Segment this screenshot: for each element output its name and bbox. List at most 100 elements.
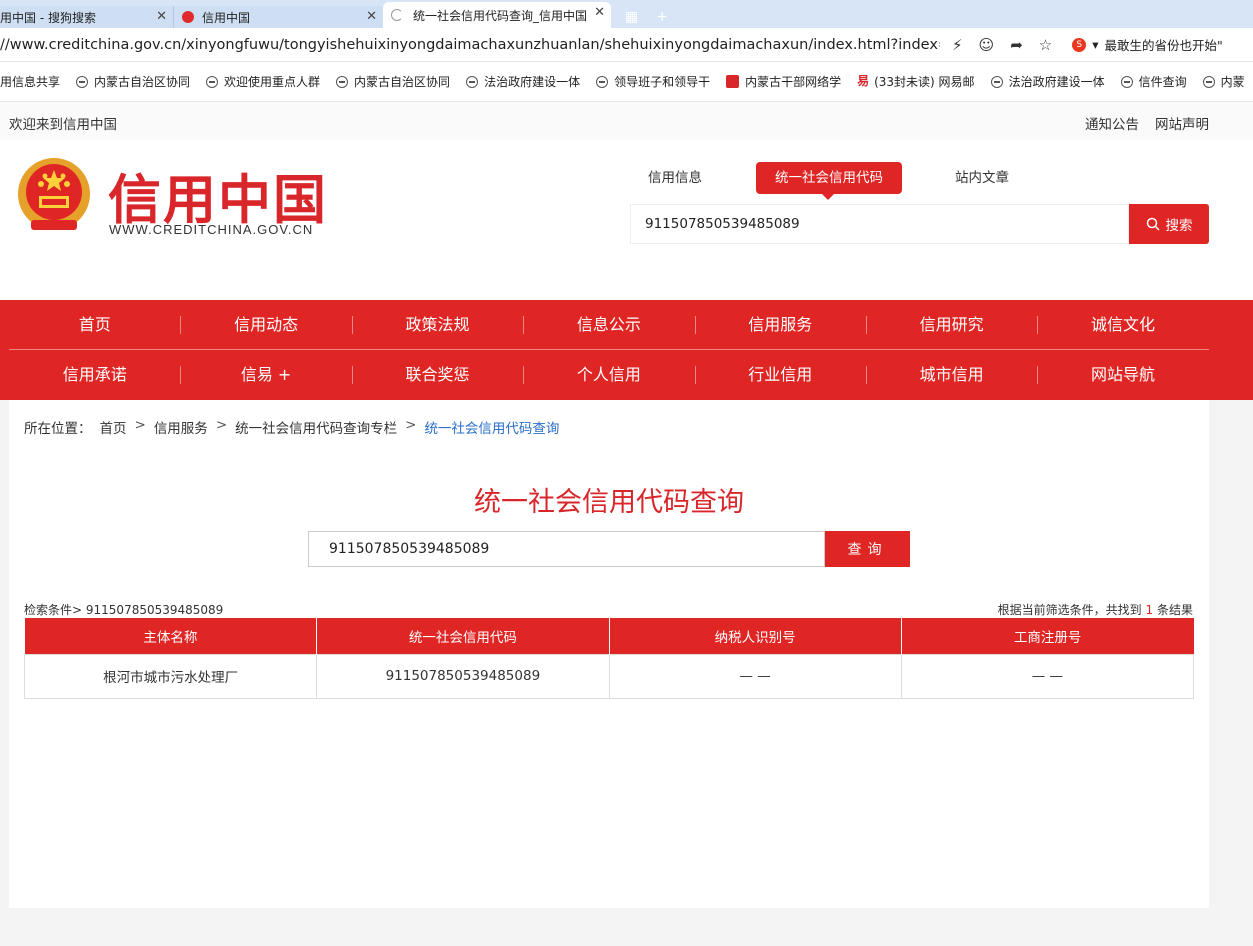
bookmark-item[interactable]: 法治政府建设一体 xyxy=(990,73,1105,90)
url-field[interactable]: //www.creditchina.gov.cn/xinyongfuwu/ton… xyxy=(0,37,940,53)
tab-title: 统一社会信用代码查询_信用中国 xyxy=(413,8,588,23)
browser-tab-active[interactable]: 统一社会信用代码查询_信用中国 ✕ xyxy=(383,2,611,28)
address-bar: //www.creditchina.gov.cn/xinyongfuwu/ton… xyxy=(0,28,1253,62)
web-page: 欢迎来到信用中国 通知公告 网站声明 信用中国 WWW.CREDITCHINA.… xyxy=(0,102,1253,946)
welcome-text: 欢迎来到信用中国 xyxy=(9,117,117,133)
bookmark-item[interactable]: 易 (33封未读) 网易邮 xyxy=(857,73,974,90)
globe-icon xyxy=(206,75,219,88)
nav-integrity-culture[interactable]: 诚信文化 xyxy=(1037,300,1208,350)
globe-icon xyxy=(336,75,349,88)
search-tabs: 信用信息 统一社会信用代码 站内文章 xyxy=(630,162,1210,200)
nav-city-credit[interactable]: 城市信用 xyxy=(865,350,1037,400)
lightning-icon[interactable]: ⚡ xyxy=(952,36,963,54)
breadcrumb-home[interactable]: 首页 xyxy=(100,417,127,437)
national-emblem-icon xyxy=(18,158,90,230)
browser-tabbar: 用中国 - 搜狗搜索 ✕ 信用中国 ✕ 统一社会信用代码查询_信用中国 ✕ ▦ … xyxy=(0,0,1253,28)
bookmark-item[interactable]: 信件查询 xyxy=(1120,73,1187,90)
share-icon[interactable]: ➦ xyxy=(1010,36,1023,54)
nav-credit-commitment[interactable]: 信用承诺 xyxy=(9,350,180,400)
nav-site-map[interactable]: 网站导航 xyxy=(1037,350,1208,400)
main-nav: 首页 信用动态 政策法规 信息公示 信用服务 信用研究 诚信文化 信用承诺 信易… xyxy=(0,300,1253,400)
nav-disclosure[interactable]: 信息公示 xyxy=(523,300,694,350)
nav-industry-credit[interactable]: 行业信用 xyxy=(694,350,866,400)
emblem-favicon-icon xyxy=(182,11,194,23)
condition-value: 911507850539485089 xyxy=(85,603,224,617)
bookmarks-bar: 用信息共享 内蒙古自治区协同 欢迎使用重点人群 内蒙古自治区协同 法治政府建设一… xyxy=(0,62,1253,102)
sogou-icon: S xyxy=(1072,37,1087,52)
query-form: 911507850539485089 查询 xyxy=(308,531,910,567)
search-condition: 检索条件> 911507850539485089 xyxy=(24,601,223,618)
search-hint-text: 最敢生的省份也开始" xyxy=(1104,38,1223,53)
column-header-entity-name: 主体名称 xyxy=(24,618,318,654)
nav-policy[interactable]: 政策法规 xyxy=(351,300,523,350)
breadcrumb-separator: > xyxy=(405,417,417,433)
nav-credit-research[interactable]: 信用研究 xyxy=(865,300,1037,350)
query-button[interactable]: 查询 xyxy=(825,531,910,567)
breadcrumb-label: 所在位置： xyxy=(24,421,92,437)
column-header-taxpayer-id: 纳税人识别号 xyxy=(609,618,902,654)
statement-link[interactable]: 网站声明 xyxy=(1155,113,1209,133)
top-strip: 欢迎来到信用中国 通知公告 网站声明 xyxy=(0,102,1253,140)
header-search: 911507850539485089 搜索 xyxy=(630,204,1209,244)
chevron-down-icon: ▾ xyxy=(1092,37,1099,52)
star-icon[interactable]: ☆ xyxy=(1039,36,1052,54)
globe-icon xyxy=(1120,75,1133,88)
result-count-number: 1 xyxy=(1145,603,1154,617)
browser-tab-creditchina[interactable]: 信用中国 ✕ xyxy=(173,6,383,28)
search-hint[interactable]: S ▾ 最敢生的省份也开始" xyxy=(1072,35,1223,54)
site-header: 信用中国 WWW.CREDITCHINA.GOV.CN 信用信息 统一社会信用代… xyxy=(0,140,1253,300)
tab-grid-icon[interactable]: ▦ xyxy=(625,9,638,25)
header-search-button[interactable]: 搜索 xyxy=(1129,204,1209,244)
table-header-row: 主体名称 统一社会信用代码 纳税人识别号 工商注册号 xyxy=(24,618,1194,654)
cell-taxpayer-id: — — xyxy=(608,653,902,699)
netease-mail-icon: 易 xyxy=(857,74,870,88)
cell-entity-name[interactable]: 根河市城市污水处理厂 xyxy=(23,653,318,699)
bookmark-item[interactable]: 内蒙 xyxy=(1202,73,1245,90)
nav-xinyi[interactable]: 信易 + xyxy=(180,350,351,400)
nav-credit-news[interactable]: 信用动态 xyxy=(180,300,351,350)
header-search-input[interactable]: 911507850539485089 xyxy=(630,204,1129,244)
globe-icon xyxy=(990,75,1003,88)
tab-credit-info[interactable]: 信用信息 xyxy=(630,162,720,194)
cell-credit-code: 911507850539485089 xyxy=(316,653,610,699)
bookmark-item[interactable]: 领导班子和领导干 xyxy=(596,73,710,90)
main-content: 所在位置： 首页 > 信用服务 > 统一社会信用代码查询专栏 > 统一社会信用代… xyxy=(9,400,1209,908)
reader-icon[interactable]: ☺ xyxy=(979,36,995,54)
table-row[interactable]: 根河市城市污水处理厂 911507850539485089 — — — — xyxy=(23,653,1195,699)
globe-icon xyxy=(596,75,609,88)
bookmark-item[interactable]: 内蒙古自治区协同 xyxy=(336,73,450,90)
nav-personal-credit[interactable]: 个人信用 xyxy=(523,350,694,400)
result-count: 根据当前筛选条件，共找到 1 条结果 xyxy=(997,603,1193,617)
column-header-registration-no: 工商注册号 xyxy=(901,618,1194,654)
breadcrumb-credit-service[interactable]: 信用服务 xyxy=(154,417,208,437)
bookmark-item[interactable]: 内蒙古自治区协同 xyxy=(76,73,190,90)
breadcrumb-code-column[interactable]: 统一社会信用代码查询专栏 xyxy=(235,417,397,437)
browser-tab-sogou[interactable]: 用中国 - 搜狗搜索 ✕ xyxy=(0,6,173,28)
nav-credit-service[interactable]: 信用服务 xyxy=(694,300,866,350)
bookmark-item[interactable]: 欢迎使用重点人群 xyxy=(206,73,320,90)
breadcrumb-current[interactable]: 统一社会信用代码查询 xyxy=(424,417,559,437)
nav-joint-reward[interactable]: 联合奖惩 xyxy=(351,350,523,400)
new-tab-icon[interactable]: + xyxy=(656,9,668,25)
close-icon[interactable]: ✕ xyxy=(366,9,377,24)
book-icon xyxy=(726,75,740,88)
nav-home[interactable]: 首页 xyxy=(9,300,180,350)
bookmark-item[interactable]: 内蒙古干部网络学 xyxy=(726,73,841,90)
globe-icon xyxy=(1202,75,1215,88)
page-title: 统一社会信用代码查询 xyxy=(474,487,744,518)
bookmark-item[interactable]: 用信息共享 xyxy=(0,73,60,90)
breadcrumb: 所在位置： 首页 > 信用服务 > 统一社会信用代码查询专栏 > 统一社会信用代… xyxy=(24,417,559,437)
close-icon[interactable]: ✕ xyxy=(156,9,167,24)
globe-icon xyxy=(76,75,89,88)
bookmark-item[interactable]: 法治政府建设一体 xyxy=(466,73,580,90)
tab-unified-code[interactable]: 统一社会信用代码 xyxy=(756,162,902,200)
globe-icon xyxy=(466,75,479,88)
tab-site-articles[interactable]: 站内文章 xyxy=(942,162,1022,194)
close-icon[interactable]: ✕ xyxy=(594,5,605,20)
site-domain-text: WWW.CREDITCHINA.GOV.CN xyxy=(109,222,314,237)
tab-title: 用中国 - 搜狗搜索 xyxy=(0,10,96,25)
search-icon xyxy=(1146,217,1160,231)
notice-link[interactable]: 通知公告 xyxy=(1085,113,1139,133)
query-input[interactable]: 911507850539485089 xyxy=(308,531,825,567)
search-button-label: 搜索 xyxy=(1165,218,1193,234)
